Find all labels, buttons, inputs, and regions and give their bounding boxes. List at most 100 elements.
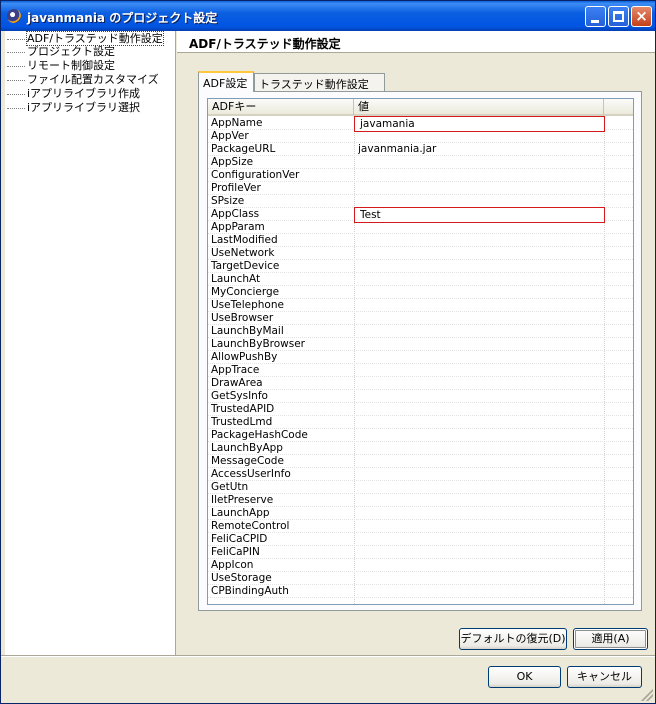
value-cell[interactable]: [358, 572, 602, 585]
tree-item-adf-trusted[interactable]: ADF/トラステッド動作設定: [7, 31, 164, 46]
table-row[interactable]: UseTelephone: [208, 299, 633, 312]
page-title: ADF/トラステッド動作設定: [177, 31, 655, 53]
table-row[interactable]: FeliCaCPID: [208, 533, 633, 546]
value-cell[interactable]: [358, 546, 602, 559]
adf-key-cell: ConfigurationVer: [211, 169, 300, 181]
maximize-button[interactable]: [608, 6, 629, 27]
adf-key-cell: TrustedLmd: [211, 416, 273, 428]
table-row[interactable]: PackageHashCode: [208, 429, 633, 442]
table-row[interactable]: LaunchAt: [208, 273, 633, 286]
table-row[interactable]: UseBrowser: [208, 312, 633, 325]
table-row[interactable]: MessageCode: [208, 455, 633, 468]
value-cell[interactable]: [358, 455, 602, 468]
table-row[interactable]: TrustedAPID: [208, 403, 633, 416]
table-row[interactable]: RemoteControl: [208, 520, 633, 533]
value-cell[interactable]: [358, 442, 602, 455]
value-cell[interactable]: [358, 364, 602, 377]
tree-item-library-create[interactable]: iアプリライブラリ作成: [7, 87, 140, 101]
table-row[interactable]: AppIcon: [208, 559, 633, 572]
table-row[interactable]: AppSize: [208, 156, 633, 169]
value-cell[interactable]: [358, 429, 602, 442]
value-cell[interactable]: [358, 169, 602, 182]
table-row[interactable]: DrawArea: [208, 377, 633, 390]
table-row[interactable]: ConfigurationVer: [208, 169, 633, 182]
title-bar[interactable]: javanmania のプロジェクト設定 ×: [1, 1, 655, 31]
table-row[interactable]: FeliCaPIN: [208, 546, 633, 559]
close-button[interactable]: ×: [631, 6, 652, 27]
tree-branch-line: [7, 93, 25, 95]
value-cell[interactable]: [358, 403, 602, 416]
value-cell[interactable]: [358, 390, 602, 403]
table-row[interactable]: LaunchByMail: [208, 325, 633, 338]
table-row[interactable]: AppTrace: [208, 364, 633, 377]
value-cell[interactable]: [358, 260, 602, 273]
adf-key-cell: LaunchAt: [211, 273, 261, 285]
minimize-button[interactable]: [585, 6, 606, 27]
adf-key-cell: LaunchByMail: [211, 325, 284, 337]
tree-item-file-layout[interactable]: ファイル配置カスタマイズ: [7, 73, 159, 87]
table-row[interactable]: AllowPushBy: [208, 351, 633, 364]
table-row[interactable]: UseStorage: [208, 572, 633, 585]
table-row[interactable]: LaunchByBrowser: [208, 338, 633, 351]
value-cell[interactable]: [358, 559, 602, 572]
value-cell[interactable]: [358, 156, 602, 169]
value-cell[interactable]: [358, 338, 602, 351]
table-row[interactable]: ProfileVer: [208, 182, 633, 195]
value-cell[interactable]: [358, 468, 602, 481]
value-cell[interactable]: [358, 221, 602, 234]
table-row[interactable]: UseNetwork: [208, 247, 633, 260]
table-row[interactable]: GetUtn: [208, 481, 633, 494]
table-row[interactable]: AppVer: [208, 130, 633, 143]
window-title: javanmania のプロジェクト設定: [27, 11, 218, 25]
table-row[interactable]: AppClass Test: [208, 207, 633, 223]
tree-item-project[interactable]: プロジェクト設定: [7, 45, 115, 59]
tab-adf-settings[interactable]: ADF設定: [198, 71, 254, 92]
value-cell[interactable]: [358, 325, 602, 338]
tab-trusted-settings[interactable]: トラステッド動作設定: [254, 73, 385, 91]
value-cell[interactable]: [358, 312, 602, 325]
value-cell[interactable]: javanmania.jar: [358, 143, 602, 156]
value-cell[interactable]: [358, 481, 602, 494]
restore-defaults-button[interactable]: デフォルトの復元(D): [459, 628, 567, 650]
table-row[interactable]: TrustedLmd: [208, 416, 633, 429]
value-cell[interactable]: [358, 273, 602, 286]
column-header-adf-key[interactable]: ADFキー: [208, 99, 354, 115]
resize-grip-icon[interactable]: [641, 689, 653, 701]
adf-key-cell: AppParam: [211, 221, 265, 233]
value-cell[interactable]: [358, 351, 602, 364]
table-row[interactable]: LastModified: [208, 234, 633, 247]
value-cell[interactable]: [358, 507, 602, 520]
table-row[interactable]: GetSysInfo: [208, 390, 633, 403]
table-row[interactable]: IletPreserve: [208, 494, 633, 507]
table-row[interactable]: MyConcierge: [208, 286, 633, 299]
table-row[interactable]: AccessUserInfo: [208, 468, 633, 481]
value-cell[interactable]: [358, 585, 602, 598]
value-cell[interactable]: [358, 299, 602, 312]
table-row[interactable]: PackageURL javanmania.jar: [208, 143, 633, 156]
value-cell[interactable]: [358, 416, 602, 429]
ok-button[interactable]: OK: [488, 666, 561, 688]
value-cell[interactable]: [358, 130, 602, 143]
table-row[interactable]: TargetDevice: [208, 260, 633, 273]
table-row[interactable]: CPBindingAuth: [208, 585, 633, 598]
adf-key-cell: LaunchByApp: [211, 442, 283, 454]
value-cell[interactable]: [358, 234, 602, 247]
value-cell[interactable]: [358, 286, 602, 299]
value-cell[interactable]: [358, 533, 602, 546]
adf-key-cell: AppName: [211, 117, 263, 129]
tree-item-library-select[interactable]: iアプリライブラリ選択: [7, 101, 140, 115]
tree-branch-line: [7, 38, 25, 40]
table-row[interactable]: AppParam: [208, 221, 633, 234]
value-cell[interactable]: [358, 182, 602, 195]
table-row[interactable]: LaunchByApp: [208, 442, 633, 455]
value-cell[interactable]: [358, 520, 602, 533]
table-row[interactable]: LaunchApp: [208, 507, 633, 520]
cancel-button[interactable]: キャンセル: [567, 666, 642, 688]
apply-button[interactable]: 適用(A): [573, 628, 648, 650]
tree-item-remote-control[interactable]: リモート制御設定: [7, 59, 115, 73]
column-header-value[interactable]: 値: [354, 99, 604, 115]
value-cell[interactable]: [358, 494, 602, 507]
table-row[interactable]: AppName javamania: [208, 116, 633, 132]
value-cell[interactable]: [358, 247, 602, 260]
value-cell[interactable]: [358, 377, 602, 390]
